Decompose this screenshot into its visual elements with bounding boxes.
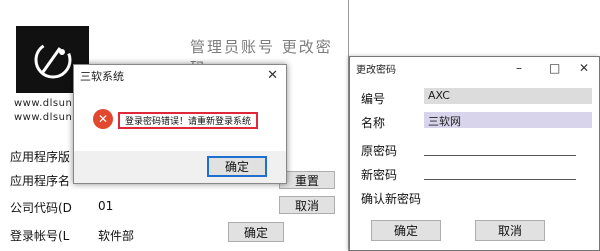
login-account-value[interactable]: 软件部 bbox=[98, 227, 134, 244]
id-field: AXC bbox=[424, 88, 592, 104]
row-label-version: 应用程序版 bbox=[10, 150, 71, 164]
name-value: 三软网 bbox=[428, 115, 461, 128]
company-code-value: 01 bbox=[98, 199, 114, 213]
id-value: AXC bbox=[428, 89, 450, 102]
window-title: 更改密码 bbox=[356, 64, 396, 76]
name-field: 三软网 bbox=[424, 112, 592, 128]
label-new-password: 新密码 bbox=[361, 168, 398, 182]
pw-ok-button[interactable]: 确定 bbox=[371, 220, 441, 241]
dialog-footer: 确定 bbox=[74, 151, 286, 183]
ok-button[interactable]: 确定 bbox=[228, 222, 284, 242]
close-icon[interactable]: ✕ bbox=[579, 61, 589, 75]
row-label-appname: 应用程序名 bbox=[10, 174, 71, 188]
dialog-ok-button[interactable]: 确定 bbox=[207, 156, 267, 177]
logo-icon bbox=[34, 41, 71, 78]
dialog-titlebar: 三软系统 ✕ bbox=[74, 65, 286, 87]
window-titlebar: 更改密码 – □ ✕ bbox=[350, 57, 599, 79]
row-label-login: 登录帐号(L bbox=[10, 229, 70, 243]
reset-button[interactable]: 重置 bbox=[279, 171, 335, 189]
label-confirm-password: 确认新密码 bbox=[361, 192, 422, 206]
label-id: 编号 bbox=[361, 92, 386, 106]
change-password-window: 更改密码 – □ ✕ 编号 AXC 名称 三软网 原密码 新密码 确认新密码 确… bbox=[349, 56, 600, 251]
row-label-company: 公司代码(D bbox=[10, 201, 72, 215]
old-password-input[interactable] bbox=[424, 155, 576, 156]
dialog-title: 三软系统 bbox=[80, 70, 124, 83]
error-dialog: 三软系统 ✕ ✕ 登录密码错误！请重新登录系统 确定 bbox=[73, 64, 287, 184]
cancel-button[interactable]: 取消 bbox=[279, 196, 335, 214]
site-url-1: www.dlsun bbox=[14, 98, 73, 109]
error-message: 登录密码错误！请重新登录系统 bbox=[118, 112, 258, 129]
site-url-2: www.dlsun bbox=[14, 112, 73, 123]
new-password-input[interactable] bbox=[424, 179, 576, 180]
label-name: 名称 bbox=[361, 116, 386, 130]
minimize-icon[interactable]: – bbox=[516, 61, 522, 75]
label-old-password: 原密码 bbox=[361, 144, 398, 158]
dialog-body: ✕ 登录密码错误！请重新登录系统 bbox=[74, 87, 286, 153]
maximize-icon[interactable]: □ bbox=[549, 61, 560, 75]
close-icon[interactable]: ✕ bbox=[267, 68, 278, 83]
error-icon: ✕ bbox=[93, 109, 113, 129]
pw-cancel-button[interactable]: 取消 bbox=[475, 220, 545, 241]
